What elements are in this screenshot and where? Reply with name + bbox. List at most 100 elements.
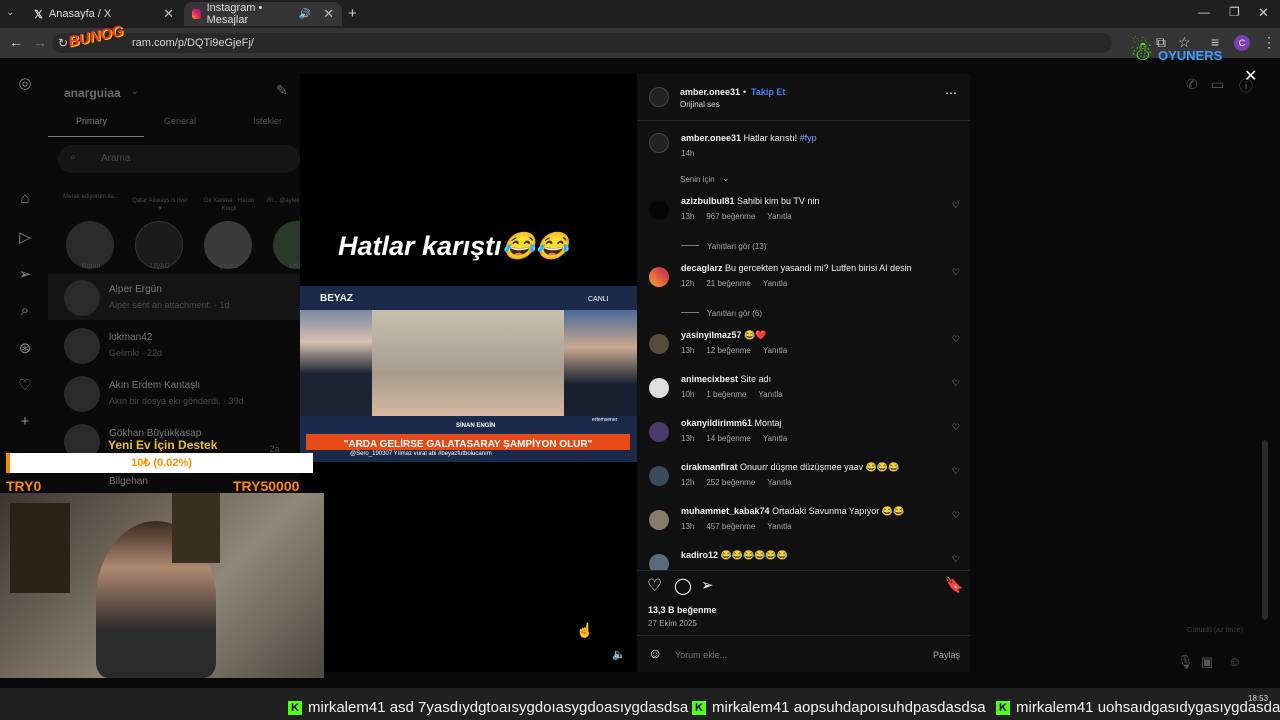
post-comment-button[interactable]: Paylaş <box>933 650 960 660</box>
more-options-icon[interactable]: ⋯ <box>945 86 957 100</box>
sort-dropdown[interactable]: Senin için <box>680 175 715 184</box>
reload-icon[interactable]: ↻ <box>58 36 68 50</box>
tab-instagram[interactable]: Instagram • Mesajlar 🔊 ✕ <box>184 2 342 26</box>
note-item[interactable]: Merak ediyorum ila... Notun <box>60 193 122 273</box>
comment-input[interactable] <box>673 646 917 664</box>
emoji-icon[interactable]: ☺ <box>648 645 662 661</box>
instagram-logo-icon[interactable]: ◎ <box>16 74 34 92</box>
reply-button[interactable]: Yanıtla <box>763 434 787 443</box>
close-tab-icon[interactable]: ✕ <box>163 6 174 22</box>
note-item[interactable]: Gir Kanma · Harun Kılıçk yavuz <box>198 193 260 273</box>
comment-user[interactable]: decaglarz <box>681 263 723 273</box>
comment-like-heart-icon[interactable]: ♡ <box>952 200 960 211</box>
avatar[interactable] <box>649 554 669 570</box>
maximize-icon[interactable]: ❐ <box>1229 5 1240 19</box>
thread-row[interactable]: Alper Ergün Alper sent an attachment. · 1… <box>64 274 300 318</box>
clock[interactable]: 18:53 <box>1248 694 1268 703</box>
reels-icon[interactable]: ▷ <box>16 228 34 246</box>
avatar[interactable] <box>649 200 669 220</box>
messages-icon[interactable]: ➢ <box>16 265 34 283</box>
tab-search-icon[interactable]: ⌄ <box>6 7 14 18</box>
comment-like-heart-icon[interactable]: ♡ <box>952 334 960 345</box>
view-replies-button[interactable]: Yanıtları gör (6) <box>681 303 762 321</box>
follow-button[interactable]: Takip Et <box>751 87 785 97</box>
avatar[interactable] <box>649 510 669 530</box>
sticker-icon[interactable]: ☺ <box>1228 654 1241 669</box>
comment-likes[interactable]: 967 beğenme <box>706 212 755 221</box>
back-icon[interactable]: ← <box>9 34 23 50</box>
comment-like-heart-icon[interactable]: ♡ <box>952 267 960 278</box>
image-icon[interactable]: ▣ <box>1201 654 1213 670</box>
reply-button[interactable]: Yanıtla <box>767 212 791 221</box>
comment-like-heart-icon[interactable]: ♡ <box>952 378 960 389</box>
close-tab-icon[interactable]: ✕ <box>323 6 334 22</box>
comment-user[interactable]: animecixbest <box>681 374 738 384</box>
forward-icon[interactable]: → <box>33 34 47 50</box>
minimize-icon[interactable]: — <box>1198 5 1210 19</box>
video-call-icon[interactable]: ▭ <box>1211 76 1224 93</box>
comment-likes[interactable]: 457 beğenme <box>706 522 755 531</box>
phone-icon[interactable]: ✆ <box>1186 76 1198 93</box>
chevron-down-icon[interactable]: ⌄ <box>131 86 139 97</box>
compose-icon[interactable]: ✎ <box>276 82 288 99</box>
explore-icon[interactable]: ⊛ <box>16 339 34 357</box>
create-icon[interactable]: + <box>16 413 34 430</box>
home-icon[interactable]: ⌂ <box>16 190 34 207</box>
avatar[interactable] <box>649 466 669 486</box>
comment-user[interactable]: muhammet_kabak74 <box>681 506 770 516</box>
thread-row[interactable]: Akın Erdem Kantaşlı Akın bir dosya ekı gö… <box>64 370 300 414</box>
address-bar[interactable]: ram.com/p/DQTi9eGjeFj/ <box>52 33 1112 53</box>
comment-like-heart-icon[interactable]: ♡ <box>952 510 960 521</box>
comment-likes[interactable]: 21 beğenme <box>706 279 750 288</box>
comment-like-heart-icon[interactable]: ♡ <box>952 422 960 433</box>
mute-icon[interactable]: 🔈 <box>612 648 626 661</box>
tab-primary[interactable]: Primary <box>76 116 107 126</box>
like-count[interactable]: 13,3 B beğenme <box>648 605 717 615</box>
comment-likes[interactable]: 12 beğenme <box>706 346 750 355</box>
mic-icon[interactable]: 🎙 <box>1177 654 1194 670</box>
inbox-username[interactable]: anarguiaa <box>64 86 121 100</box>
avatar[interactable] <box>649 87 669 107</box>
menu-kebab-icon[interactable]: ⋮ <box>1262 34 1276 51</box>
post-author[interactable]: amber.onee31 <box>680 87 740 97</box>
caption-hashtag[interactable]: #fyp <box>800 133 817 143</box>
reply-button[interactable]: Yanıtla <box>763 279 787 288</box>
notifications-heart-icon[interactable]: ♡ <box>16 376 34 394</box>
comment-likes[interactable]: 1 beğenme <box>706 390 746 399</box>
comment-likes[interactable]: 252 beğenme <box>706 478 755 487</box>
speaker-icon[interactable]: 🔊 <box>299 9 311 20</box>
view-replies-button[interactable]: Yanıtları gör (13) <box>681 236 766 254</box>
scrollbar[interactable] <box>1262 440 1268 620</box>
audio-label[interactable]: Orijinal ses <box>680 100 720 109</box>
avatar[interactable] <box>649 133 669 153</box>
comment-user[interactable]: kadiro12 <box>681 550 718 560</box>
reply-button[interactable]: Yanıtla <box>767 522 791 531</box>
comment-user[interactable]: okanyildirimm61 <box>681 418 752 428</box>
comment-icon[interactable]: ◯ <box>674 576 692 596</box>
comment-likes[interactable]: 14 beğenme <box>706 434 750 443</box>
reel-video[interactable]: Hatlar karıştı😂😂 BEYAZ CANLI ertemsener … <box>300 74 637 672</box>
tab-x[interactable]: 𝕏 Anasayfa / X ✕ <box>26 2 182 26</box>
comment-user[interactable]: azizbulbul81 <box>681 196 735 206</box>
save-bookmark-icon[interactable]: 🔖 <box>945 576 964 594</box>
comment-like-heart-icon[interactable]: ♡ <box>952 466 960 477</box>
comment-like-heart-icon[interactable]: ♡ <box>952 554 960 565</box>
avatar[interactable] <box>649 378 669 398</box>
caption-user[interactable]: amber.onee31 <box>681 133 741 143</box>
close-modal-icon[interactable]: ✕ <box>1244 66 1257 86</box>
comment-user[interactable]: yasinyilmaz57 <box>681 330 742 340</box>
reply-button[interactable]: Yanıtla <box>763 346 787 355</box>
thread-row[interactable]: lokman42 Gelimki · 22d <box>64 322 300 366</box>
like-heart-icon[interactable]: ♡ <box>647 576 662 596</box>
tab-requests[interactable]: İstekler <box>253 116 282 126</box>
search-icon[interactable]: ⌕ <box>16 302 34 319</box>
search-input[interactable]: ⌕ Arama <box>58 145 300 173</box>
comment-user[interactable]: cirakmanfirat <box>681 462 738 472</box>
chevron-down-icon[interactable]: ⌄ <box>722 173 730 184</box>
share-icon[interactable]: ➢ <box>701 576 714 594</box>
tab-general[interactable]: General <box>164 116 196 126</box>
reply-button[interactable]: Yanıtla <box>758 390 782 399</box>
note-item[interactable]: Qatar Airways is live! ✈ LIVAD <box>129 193 191 273</box>
new-tab-icon[interactable]: + <box>348 5 357 22</box>
avatar[interactable] <box>649 334 669 354</box>
